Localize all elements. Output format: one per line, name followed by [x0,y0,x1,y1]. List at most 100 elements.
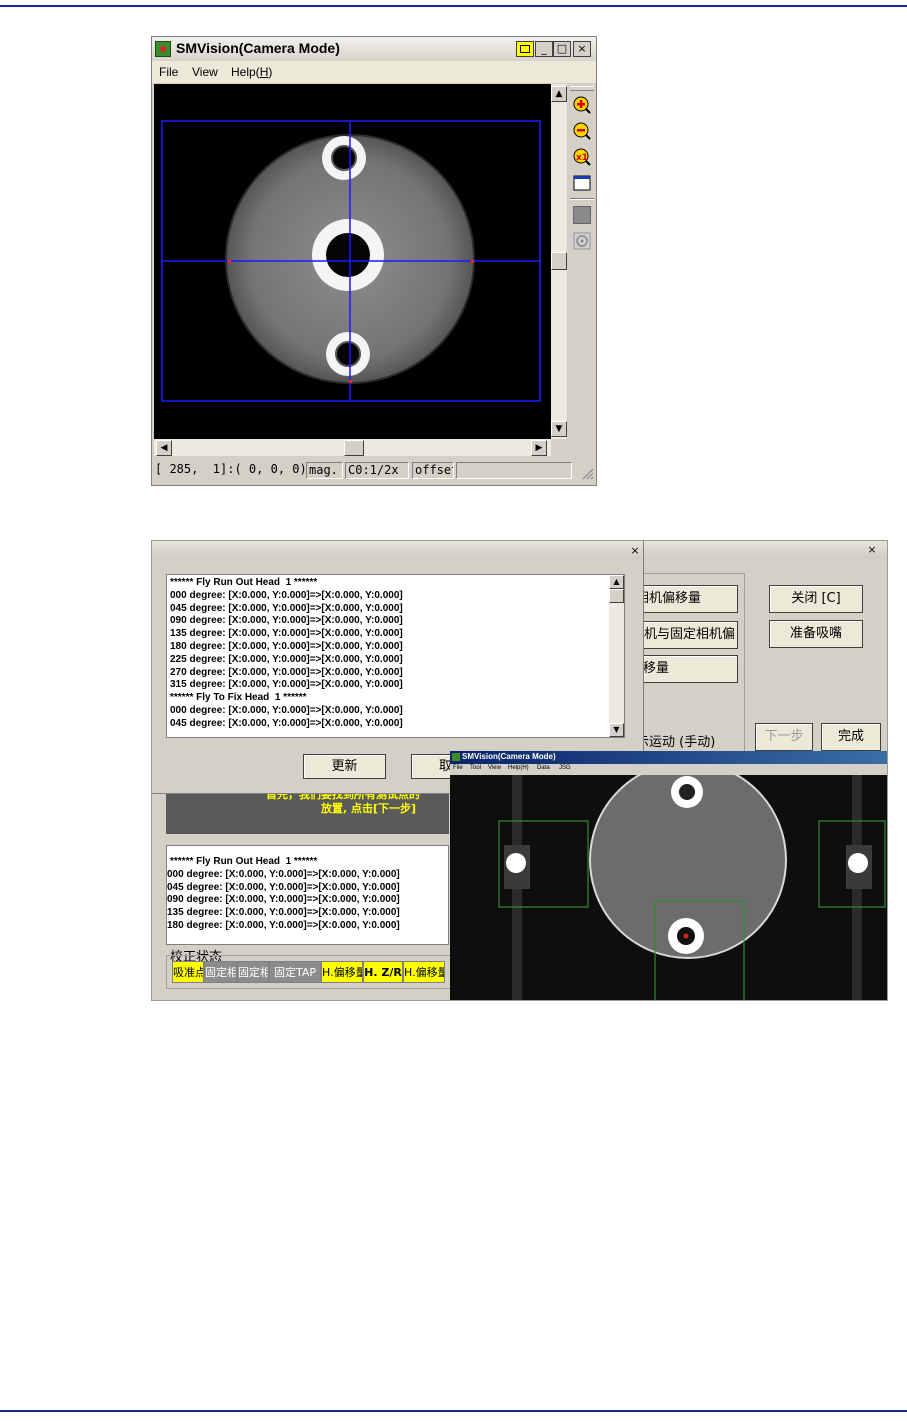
menu-help-text: Help( [231,65,260,79]
calibration-screenshot: × 相机偏移量 相机与固定相机偏 移量 关闭 [C] 准备吸嘴 示运动 (手动)… [151,540,888,1001]
horizontal-scrollbar[interactable]: ◀ ▶ [154,439,551,456]
status-offset-label: offset [412,462,454,479]
app-icon [155,41,171,57]
log-line: 000 degree: [X:0.000, Y:0.000]=>[X:0.000… [170,589,403,601]
camera-view[interactable] [154,84,551,439]
dialog-title-bar: × [152,541,643,559]
status-coords: [ 285, 1]:( 0, 0, 0) [155,462,305,476]
pin-button[interactable] [516,41,534,57]
small-app-icon [452,753,460,761]
close-button[interactable]: × [573,41,591,57]
maximize-button[interactable]: □ [553,41,571,57]
back-log-box: ****** Fly Run Out Head 1 ****** 000 deg… [166,845,449,945]
menu-file[interactable]: File [159,65,178,79]
update-button[interactable]: 更新 [303,754,386,779]
back-log-line: 180 degree: [X:0.000, Y:0.000]=>[X:0.000… [167,919,400,931]
log-textbox[interactable]: ****** Fly Run Out Head 1 ****** 000 deg… [166,574,625,738]
small-menu-view[interactable]: View [488,765,501,771]
minimize-button[interactable]: _ [535,41,553,57]
pin-icon [520,45,530,53]
status-cell: H. Z/R [363,961,403,983]
window-title: SMVision(Camera Mode) [176,40,340,56]
close-c-button[interactable]: 关闭 [C] [769,585,863,613]
log-line: 135 degree: [X:0.000, Y:0.000]=>[X:0.000… [170,628,403,640]
finish-button[interactable]: 完成 [821,723,881,751]
status-cell: H.偏移量 [403,961,445,983]
back-log-line: 000 degree: [X:0.000, Y:0.000]=>[X:0.000… [167,868,400,880]
back-close-icon[interactable]: × [866,544,878,556]
bottom-rule [0,1410,907,1412]
fit-window-icon[interactable] [573,174,591,192]
left-dot [506,853,526,873]
small-menu-jsg[interactable]: JSG [559,765,571,771]
small-menu-file[interactable]: File [453,765,463,771]
small-title-bar: SMVision(Camera Mode) [450,751,887,764]
motion-label: 示运动 (手动) [636,735,716,750]
tool-separator [570,198,594,200]
toolstrip-grip [570,86,594,91]
dialog-close-icon[interactable]: × [629,545,641,557]
camera-image [161,120,541,402]
scroll-thumb[interactable] [551,252,567,270]
menu-bar: File View Help(H) [152,61,596,83]
log-line: 225 degree: [X:0.000, Y:0.000]=>[X:0.000… [170,653,403,665]
scroll-left-button[interactable]: ◀ [156,440,172,456]
small-bottom-mark [683,933,689,939]
small-menu-bar: File Tool View Help(H) Data JSG [450,764,887,775]
scroll-down-button[interactable]: ▼ [551,421,567,437]
status-cell: 吸准点 [172,961,204,983]
log-line: 045 degree: [X:0.000, Y:0.000]=>[X:0.000… [170,717,403,729]
scroll-up-button[interactable]: ▲ [551,86,567,102]
status-offset-value [456,462,572,479]
zoom-out-icon[interactable] [573,122,591,140]
small-top-hole [679,784,695,800]
back-dialog-title-bar: × [642,541,887,559]
title-bar[interactable]: SMVision(Camera Mode) _ □ × [152,37,596,61]
next-step-button[interactable]: 下一步 [755,723,813,751]
log-line: 270 degree: [X:0.000, Y:0.000]=>[X:0.000… [170,666,403,678]
status-cell: 固定相 [204,961,237,983]
right-dot [848,853,868,873]
tool-strip: x1 [568,84,596,459]
top-rule [0,5,907,7]
gray-square-icon[interactable] [573,206,591,224]
camera-window-small: SMVision(Camera Mode) File Tool View Hel… [450,751,888,1001]
prepare-nozzle-button[interactable]: 准备吸嘴 [769,620,863,648]
crosshair-mark-bottom [349,380,352,383]
status-mag-label: mag. [306,462,343,479]
small-menu-data[interactable]: Data [537,765,550,771]
camera-window: SMVision(Camera Mode) _ □ × File View He… [151,36,597,486]
top-hole [331,145,357,171]
log-scroll-down-button[interactable]: ▼ [609,723,624,737]
back-log-line: 135 degree: [X:0.000, Y:0.000]=>[X:0.000… [167,907,400,919]
log-line: 315 degree: [X:0.000, Y:0.000]=>[X:0.000… [170,679,403,691]
status-mag-value: C0:1/2x [345,462,409,479]
hscroll-thumb[interactable] [344,440,364,456]
bottom-hole [335,341,361,367]
menu-view[interactable]: View [192,65,218,79]
crosshair-mark-right [471,260,474,263]
resize-grip-icon[interactable] [580,466,594,480]
zoom-1x-icon[interactable]: x1 [573,148,591,166]
back-log-line: 045 degree: [X:0.000, Y:0.000]=>[X:0.000… [167,881,400,893]
log-scrollbar[interactable]: ▲ ▼ [609,575,624,737]
status-cell: 固定相 [237,961,269,983]
status-cell: 固定TAP [269,961,321,983]
small-menu-tool[interactable]: Tool [470,765,481,771]
zoom-in-icon[interactable] [573,96,591,114]
log-scroll-up-button[interactable]: ▲ [609,575,624,589]
log-line: 180 degree: [X:0.000, Y:0.000]=>[X:0.000… [170,640,403,652]
menu-help[interactable]: Help(H) [231,65,272,79]
snapshot-icon[interactable] [573,232,591,250]
scroll-right-button[interactable]: ▶ [531,440,547,456]
status-bar: [ 285, 1]:( 0, 0, 0) mag. C0:1/2x offset [152,460,596,482]
vertical-scrollbar[interactable]: ▲ ▼ [551,84,567,439]
back-log-line: 090 degree: [X:0.000, Y:0.000]=>[X:0.000… [167,894,400,906]
small-camera-image[interactable] [450,775,888,1001]
center-hole [326,233,370,277]
small-menu-help[interactable]: Help(H) [508,765,529,771]
small-window-title: SMVision(Camera Mode) [462,752,556,761]
log-scroll-thumb[interactable] [609,589,624,603]
log-line: ****** Fly Run Out Head 1 ****** [170,577,318,588]
instruction-line-2: 放置, 点击[下一步] [321,802,417,815]
